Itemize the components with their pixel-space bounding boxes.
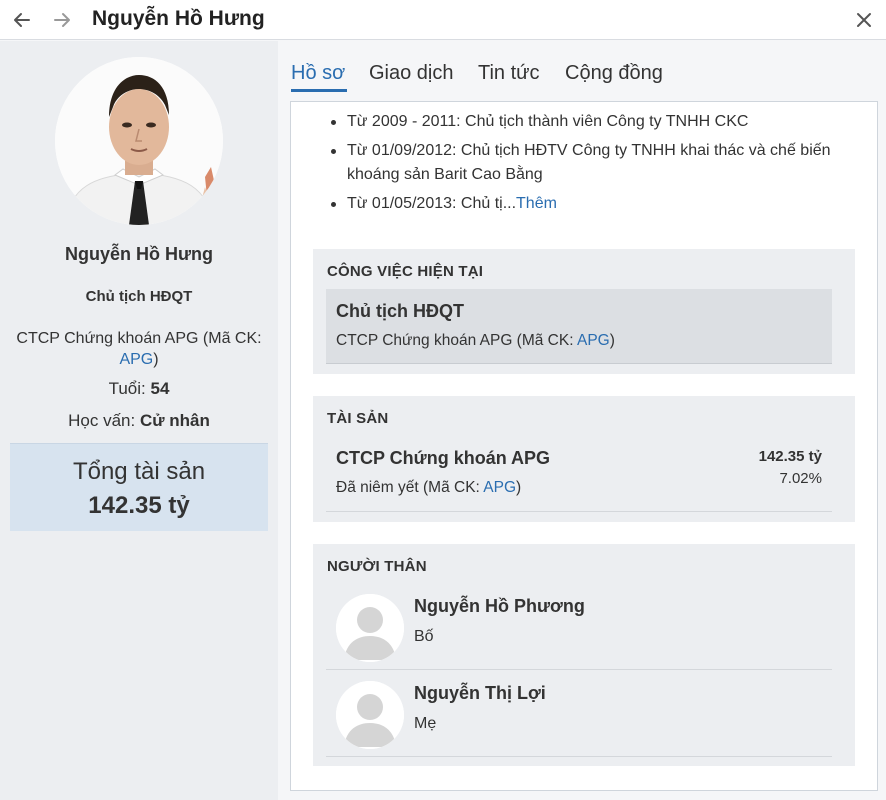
assets-title: TÀI SẢN <box>327 410 389 427</box>
title-bar: Nguyễn Hồ Hưng <box>0 0 886 40</box>
bio-item-text: Từ 01/05/2013: Chủ tị... <box>347 195 517 212</box>
profile-avatar <box>55 57 223 225</box>
job-title: Chủ tịch HĐQT <box>336 301 464 321</box>
asset-status: Đã niêm yết (Mã CK: APG) <box>336 479 521 497</box>
asset-percent: 7.02% <box>779 470 822 487</box>
asset-row[interactable]: CTCP Chứng khoán APG Đã niêm yết (Mã CK:… <box>326 434 832 512</box>
tab-giao-dich[interactable]: Giao dịch <box>369 62 454 85</box>
close-button[interactable] <box>850 6 878 34</box>
age-label: Tuổi: <box>108 379 151 398</box>
bio-item: Từ 2009 - 2011: Chủ tịch thành viên Công… <box>331 110 861 134</box>
ticker-link[interactable]: APG <box>119 351 153 368</box>
arrow-left-icon <box>14 13 30 27</box>
relatives-card: NGƯỜI THÂN Nguyễn Hồ Phương Bố Nguyễn Th… <box>313 544 855 766</box>
asset-status-suffix: ) <box>516 479 522 496</box>
relative-relation: Bố <box>414 628 434 645</box>
education-label: Học vấn: <box>68 411 140 430</box>
tab-cong-dong[interactable]: Cộng đồng <box>565 62 663 85</box>
job-company-text: CTCP Chứng khoán APG (Mã CK: <box>336 332 577 349</box>
assets-card: TÀI SẢN CTCP Chứng khoán APG Đã niêm yết… <box>313 396 855 522</box>
arrow-right-icon <box>54 13 70 27</box>
bio-item: Từ 01/09/2012: Chủ tịch HĐTV Công ty TNH… <box>331 139 861 187</box>
relative-name: Nguyễn Thị Lợi <box>414 683 546 703</box>
current-job-title: CÔNG VIỆC HIỆN TẠI <box>327 263 484 280</box>
forward-button[interactable] <box>48 6 76 34</box>
company-text: CTCP Chứng khoán APG (Mã CK: <box>16 330 262 347</box>
tab-ho-so[interactable]: Hồ sơ <box>291 62 345 85</box>
profile-company: CTCP Chứng khoán APG (Mã CK: APG) <box>10 328 268 370</box>
asset-value: 142.35 tỷ <box>758 448 822 465</box>
relative-relation: Mẹ <box>414 715 437 732</box>
window-title: Nguyễn Hồ Hưng <box>92 7 265 30</box>
relative-row[interactable]: Nguyễn Hồ Phương Bố <box>326 584 832 670</box>
current-job-item[interactable]: Chủ tịch HĐQT CTCP Chứng khoán APG (Mã C… <box>326 289 832 364</box>
person-placeholder-icon <box>336 594 404 662</box>
close-icon <box>857 13 871 27</box>
relatives-title: NGƯỜI THÂN <box>327 558 427 575</box>
tab-tin-tuc[interactable]: Tin tức <box>478 62 540 85</box>
profile-name: Nguyễn Hồ Hưng <box>64 244 214 264</box>
job-company: CTCP Chứng khoán APG (Mã CK: APG) <box>336 332 615 350</box>
bio-item: Từ 01/05/2013: Chủ tị...Thêm <box>331 192 861 216</box>
profile-sidebar: Nguyễn Hồ Hưng Chủ tịch HĐQT CTCP Chứng … <box>0 41 278 800</box>
back-button[interactable] <box>8 6 36 34</box>
profile-education: Học vấn: Cử nhân <box>0 411 278 431</box>
relative-name: Nguyễn Hồ Phương <box>414 596 585 616</box>
asset-ticker-link[interactable]: APG <box>483 479 516 496</box>
age-value: 54 <box>150 379 170 398</box>
avatar <box>336 681 404 749</box>
person-placeholder-icon <box>336 681 404 749</box>
company-suffix: ) <box>153 351 159 368</box>
education-value: Cử nhân <box>139 411 210 430</box>
asset-name: CTCP Chứng khoán APG <box>336 448 551 468</box>
profile-role: Chủ tịch HĐQT <box>85 288 193 305</box>
more-link[interactable]: Thêm <box>516 195 557 212</box>
current-job-card: CÔNG VIỆC HIỆN TẠI Chủ tịch HĐQT CTCP Ch… <box>313 249 855 374</box>
total-assets-box: Tổng tài sản 142.35 tỷ <box>10 443 268 531</box>
profile-panel[interactable]: Từ 2009 - 2011: Chủ tịch thành viên Công… <box>290 101 878 791</box>
bio-list: Từ 2009 - 2011: Chủ tịch thành viên Công… <box>331 110 861 221</box>
total-assets-label: Tổng tài sản <box>72 458 206 485</box>
person-portrait-icon <box>55 57 223 225</box>
avatar <box>336 594 404 662</box>
job-ticker-link[interactable]: APG <box>577 332 610 349</box>
asset-status-text: Đã niêm yết (Mã CK: <box>336 479 484 496</box>
total-assets-value: 142.35 tỷ <box>88 492 190 519</box>
profile-age: Tuổi: 54 <box>0 379 278 399</box>
relative-row[interactable]: Nguyễn Thị Lợi Mẹ <box>326 671 832 757</box>
active-tab-indicator <box>291 89 347 92</box>
job-company-suffix: ) <box>609 332 615 349</box>
